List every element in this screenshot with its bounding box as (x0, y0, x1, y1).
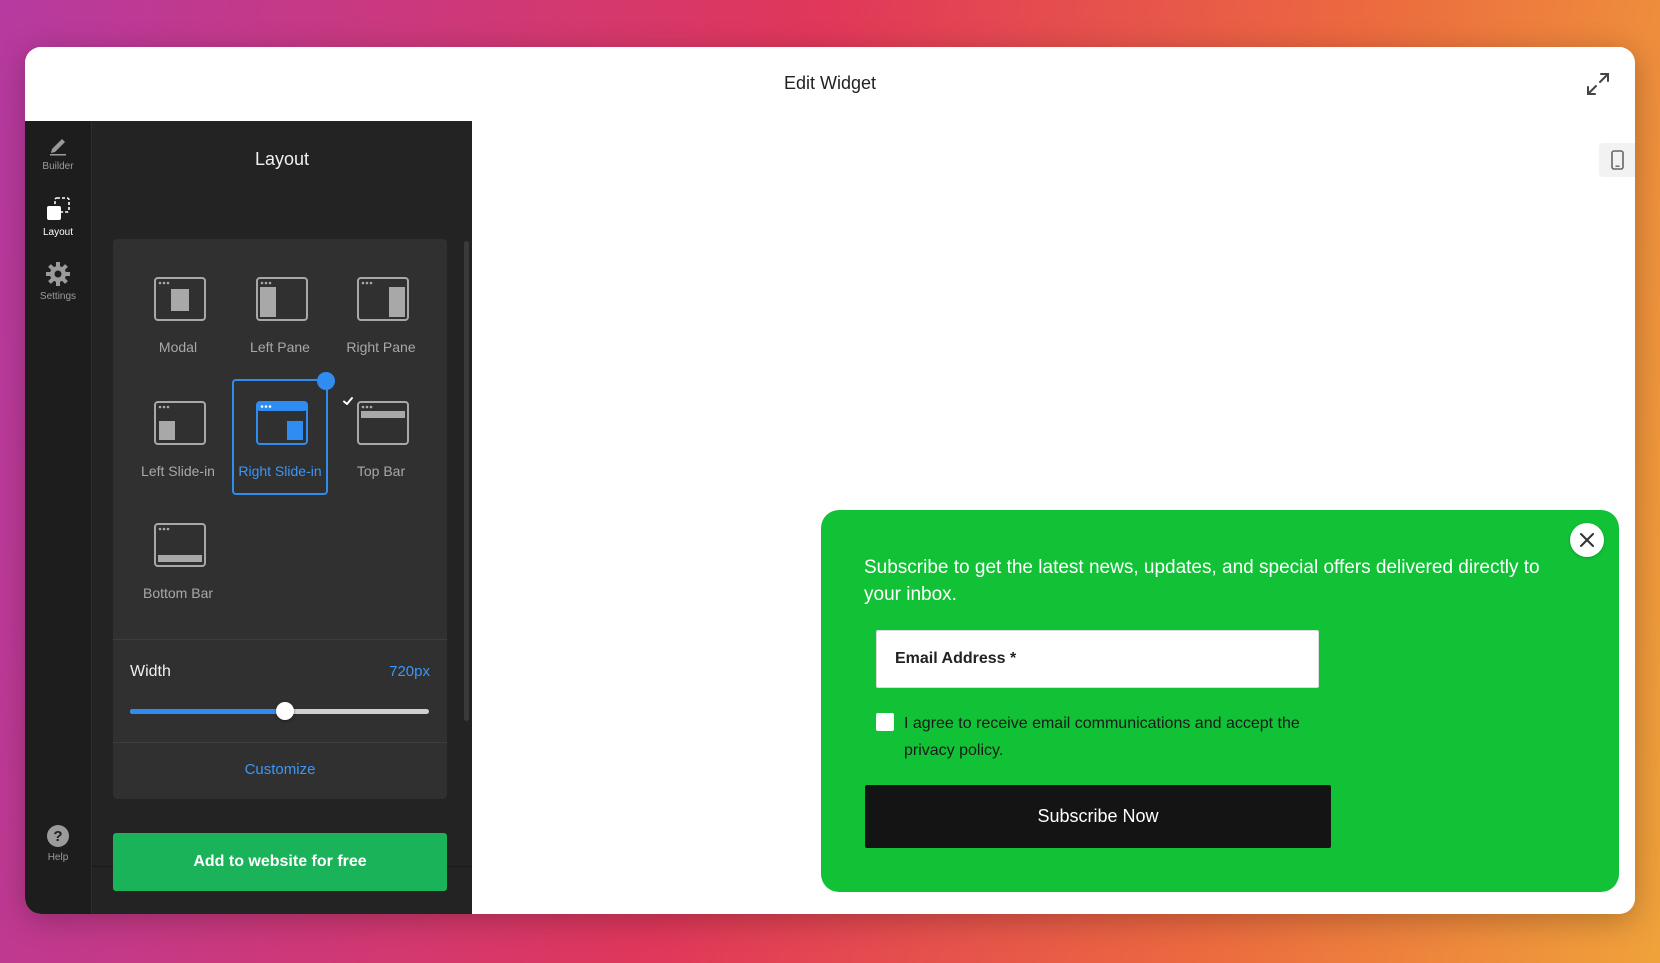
rail-label-layout: Layout (42, 227, 74, 238)
layout-options-card: Modal Left Pane Right Pane Left Slide-in… (113, 239, 447, 799)
edit-widget-window: Edit Widget Builder Layout Settings ? He… (25, 47, 1635, 914)
layout-icon (47, 197, 70, 220)
layout-label-right-slide-in: Right Slide-in (238, 463, 322, 479)
subscribe-button[interactable]: Subscribe Now (865, 785, 1331, 848)
rail-label-help: Help (47, 852, 69, 863)
consent-checkbox[interactable] (876, 713, 894, 731)
layout-panel: Layout Modal Left Pane Right Pane Left S… (92, 121, 472, 914)
rail-label-builder: Builder (42, 161, 74, 172)
layout-label-modal: Modal (158, 339, 198, 355)
layout-label-top-bar: Top Bar (356, 463, 406, 479)
layout-option-left-slide-in[interactable]: Left Slide-in (130, 379, 226, 495)
top-bar-layout-icon (357, 401, 409, 445)
close-button[interactable] (1570, 523, 1604, 557)
rail-item-builder[interactable]: Builder (25, 135, 91, 172)
layout-option-top-bar[interactable]: Top Bar (333, 379, 429, 495)
expand-icon[interactable] (1583, 69, 1613, 99)
rail-item-settings[interactable]: Settings (25, 261, 91, 302)
layout-option-left-pane[interactable]: Left Pane (232, 255, 328, 371)
close-icon (1580, 533, 1594, 547)
layout-label-left-slide-in: Left Slide-in (141, 463, 215, 479)
window-title: Edit Widget (783, 73, 877, 93)
rail-item-layout[interactable]: Layout (25, 195, 91, 238)
width-label: Width (130, 663, 171, 680)
mobile-preview-button[interactable] (1599, 143, 1635, 177)
svg-text:?: ? (53, 828, 62, 845)
add-to-website-button[interactable]: Add to website for free (113, 833, 447, 891)
width-slider-fill (130, 709, 286, 714)
preview-canvas: Subscribe to get the latest news, update… (472, 121, 1635, 914)
left-slide-in-layout-icon (154, 401, 206, 445)
layout-label-right-pane: Right Pane (346, 339, 416, 355)
title-bar: Edit Widget (25, 47, 1635, 122)
layout-label-bottom-bar: Bottom Bar (142, 585, 214, 601)
divider (113, 742, 447, 743)
layout-option-modal[interactable]: Modal (130, 255, 226, 371)
rail-label-settings: Settings (39, 291, 77, 302)
layout-option-bottom-bar[interactable]: Bottom Bar (130, 501, 226, 617)
divider (113, 639, 447, 640)
rail-item-help[interactable]: ? Help (25, 824, 91, 863)
layout-option-right-slide-in[interactable]: Right Slide-in (232, 372, 353, 495)
right-slide-in-layout-icon (256, 401, 308, 445)
consent-label: I agree to receive email communications … (904, 715, 1300, 759)
modal-layout-icon (154, 277, 206, 321)
help-icon: ? (47, 825, 69, 847)
gear-icon (46, 262, 70, 286)
width-value: 720px (389, 663, 430, 680)
left-pane-layout-icon (256, 277, 308, 321)
customize-link[interactable]: Customize (113, 761, 447, 778)
mobile-device-icon (1611, 150, 1624, 170)
widget-message: Subscribe to get the latest news, update… (864, 557, 1540, 605)
width-slider-thumb[interactable] (276, 702, 295, 720)
panel-scrollbar[interactable] (464, 241, 469, 721)
layout-option-right-pane[interactable]: Right Pane (333, 255, 429, 371)
width-slider[interactable] (130, 702, 429, 720)
panel-title: Layout (254, 149, 310, 169)
bottom-bar-layout-icon (154, 523, 206, 567)
layout-label-left-pane: Left Pane (250, 339, 310, 355)
subscribe-widget: Subscribe to get the latest news, update… (821, 510, 1619, 892)
pencil-icon (50, 139, 66, 156)
icon-rail: Builder Layout Settings ? Help (25, 121, 92, 914)
email-field[interactable] (876, 630, 1319, 688)
right-pane-layout-icon (357, 277, 409, 321)
